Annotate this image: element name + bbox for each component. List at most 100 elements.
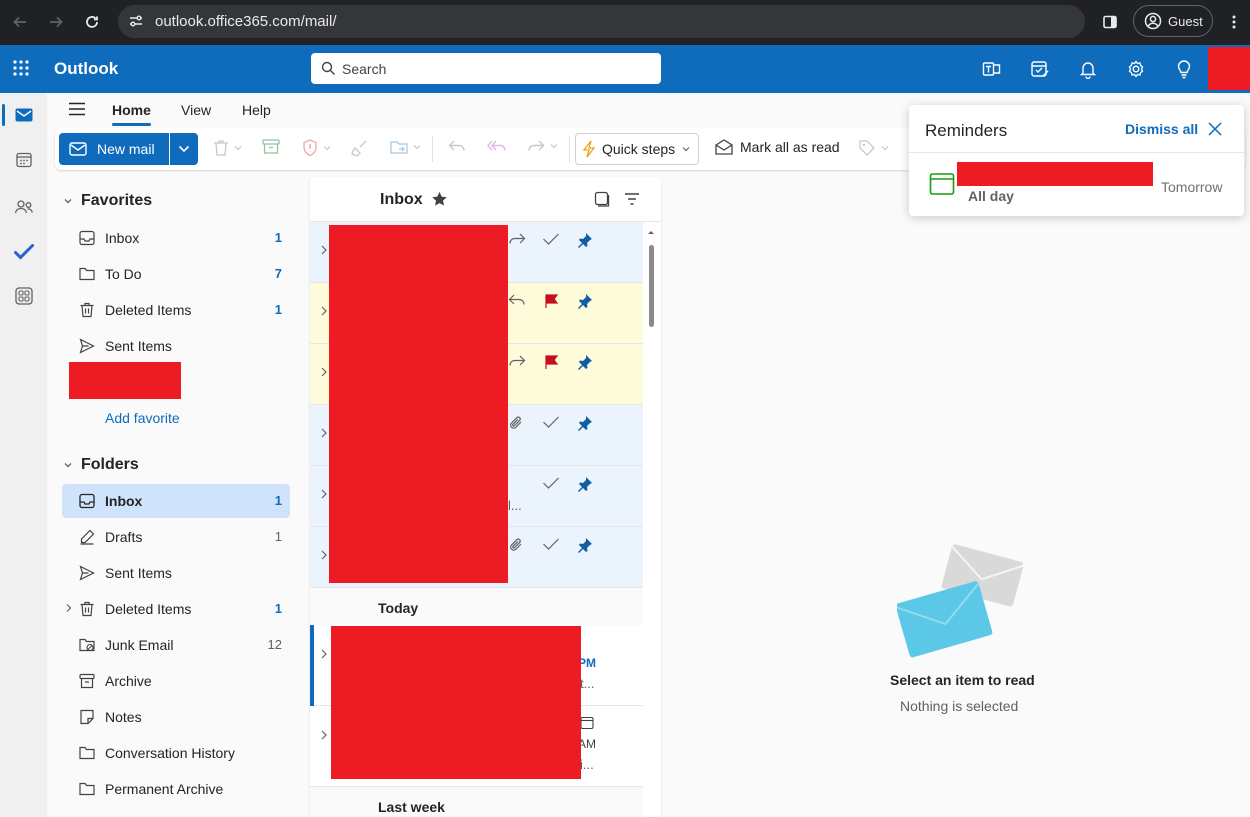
folder-label: Sent Items [105,338,172,354]
scroll-up-icon[interactable] [645,227,657,237]
chevron-right-icon[interactable] [320,488,328,500]
folder-archive[interactable]: Archive [62,664,290,698]
folder-drafts[interactable]: Drafts 1 [62,520,290,554]
my-day-icon[interactable] [1029,58,1051,80]
folder-icon [79,266,95,282]
chevron-right-icon[interactable] [320,549,328,561]
favorite-inbox[interactable]: Inbox 1 [62,221,290,255]
new-mail-dropdown[interactable] [170,133,198,165]
mark-all-read-button[interactable]: Mark all as read [715,139,840,155]
scrollbar-thumb[interactable] [649,245,654,327]
reply-icon[interactable] [448,139,466,153]
reload-icon[interactable] [78,8,106,36]
favorite-deleted-items[interactable]: Deleted Items 1 [62,293,290,327]
mail-icon[interactable] [0,95,47,135]
redacted-reminder-subject[interactable] [957,162,1153,186]
forward-mail-icon[interactable] [527,139,559,153]
report-shield-icon[interactable] [302,139,332,157]
redacted-avatar[interactable] [1208,47,1250,90]
favorite-star-icon[interactable] [431,191,448,207]
pin-icon[interactable] [577,354,593,370]
folder-notes[interactable]: Notes [62,700,290,734]
nav-pane-toggle-icon[interactable] [68,102,86,116]
back-icon[interactable] [6,8,34,36]
group-header-last-week: Last week [310,787,643,817]
chevron-right-icon[interactable] [65,603,73,613]
tab-home[interactable]: Home [112,102,151,126]
sweep-broom-icon[interactable] [351,139,369,157]
teams-icon[interactable] [981,58,1003,80]
folder-label: Permanent Archive [105,781,224,797]
app-launcher-icon[interactable] [12,59,30,77]
favorite-todo[interactable]: To Do 7 [62,257,290,291]
folder-sent-items[interactable]: Sent Items [62,556,290,590]
folder-label: Deleted Items [105,601,192,617]
search-input[interactable]: Search [311,53,661,84]
pin-icon[interactable] [577,293,593,309]
folder-junk-email[interactable]: Junk Email 12 [62,628,290,662]
close-icon[interactable] [1207,121,1223,137]
search-icon [321,61,336,76]
pin-icon[interactable] [577,232,593,248]
reply-icon [508,293,526,307]
move-folder-icon[interactable] [390,139,422,155]
favorites-header[interactable]: Favorites [63,192,152,210]
pin-icon[interactable] [577,537,593,553]
ribbon-divider [569,136,570,162]
check-icon[interactable] [542,537,560,551]
reply-all-icon[interactable] [487,139,507,153]
pin-icon[interactable] [577,476,593,492]
add-favorite-link[interactable]: Add favorite [105,410,180,426]
chevron-right-icon[interactable] [320,305,328,317]
flag-icon[interactable] [544,293,560,309]
check-icon[interactable] [542,476,560,490]
app-name[interactable]: Outlook [54,59,118,79]
bell-icon[interactable] [1077,58,1099,80]
profile-label: Guest [1168,13,1203,29]
dismiss-all-button[interactable]: Dismiss all [1125,121,1198,137]
chevron-right-icon[interactable] [320,244,328,256]
forward-icon [508,232,526,246]
forward-icon[interactable] [42,8,70,36]
address-bar[interactable]: outlook.office365.com/mail/ [118,5,1085,38]
flag-icon[interactable] [544,354,560,370]
calendar-icon[interactable] [0,140,47,180]
site-info-icon[interactable] [128,13,144,29]
new-mail-button[interactable]: New mail [59,133,169,165]
quick-steps-button[interactable]: Quick steps [575,133,699,165]
folder-deleted-items[interactable]: Deleted Items 1 [62,592,290,626]
reminders-panel: Reminders Dismiss all All day Tomorrow [909,105,1244,216]
people-icon[interactable] [0,187,47,227]
message-list-header: Inbox [310,177,661,222]
tag-icon[interactable] [858,139,890,157]
check-icon[interactable] [542,232,560,246]
check-icon[interactable] [542,415,560,429]
delete-trash-icon[interactable] [213,139,243,157]
profile-button[interactable]: Guest [1133,5,1213,37]
reading-pane: Select an item to read Nothing is select… [661,177,1250,817]
tips-lightbulb-icon[interactable] [1173,58,1195,80]
select-mode-icon[interactable] [594,191,610,207]
message-snippet: l... [508,498,522,513]
side-panel-icon[interactable] [1096,8,1124,36]
folder-inbox[interactable]: Inbox 1 [62,484,290,518]
chevron-right-icon[interactable] [320,366,328,378]
chevron-right-icon[interactable] [320,648,328,660]
filter-icon[interactable] [624,193,640,205]
settings-gear-icon[interactable] [1125,58,1147,80]
folder-permanent-archive[interactable]: Permanent Archive [62,772,290,806]
search-placeholder: Search [342,61,387,77]
archive-icon[interactable] [262,139,280,155]
more-apps-icon[interactable] [0,276,47,316]
tab-help[interactable]: Help [242,102,271,118]
favorite-sent-items[interactable]: Sent Items [62,329,290,363]
redacted-today-messages [331,626,581,779]
tab-view[interactable]: View [181,102,211,118]
todo-check-icon[interactable] [0,232,47,272]
chevron-right-icon[interactable] [320,729,328,741]
folders-header[interactable]: Folders [63,456,139,474]
browser-menu-icon[interactable] [1220,8,1248,36]
pin-icon[interactable] [577,415,593,431]
folder-conversation-history[interactable]: Conversation History [62,736,290,770]
chevron-right-icon[interactable] [320,427,328,439]
